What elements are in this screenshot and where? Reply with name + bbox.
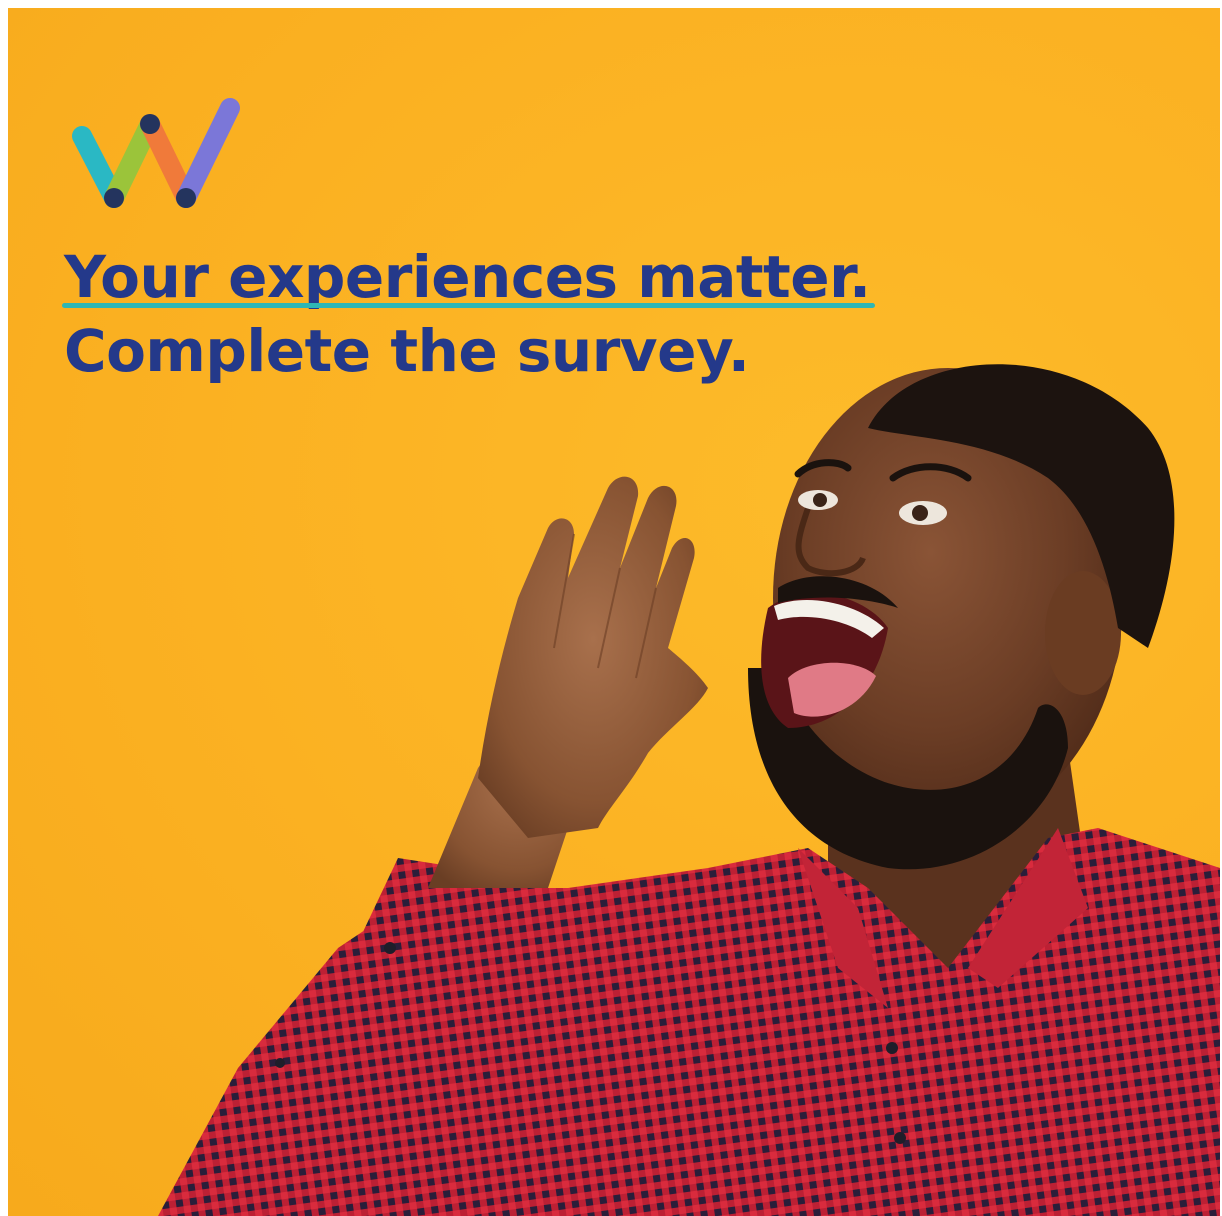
headline-underline bbox=[62, 303, 875, 308]
headline: Your experiences matter. Complete the su… bbox=[62, 243, 875, 385]
headline-line-1-text: Your experiences matter. bbox=[64, 243, 871, 311]
headline-line-1: Your experiences matter. bbox=[62, 243, 875, 311]
w-brand-logo-icon bbox=[72, 98, 240, 208]
headline-line-2: Complete the survey. bbox=[64, 317, 750, 385]
survey-ad-poster: Your experiences matter. Complete the su… bbox=[8, 8, 1220, 1216]
